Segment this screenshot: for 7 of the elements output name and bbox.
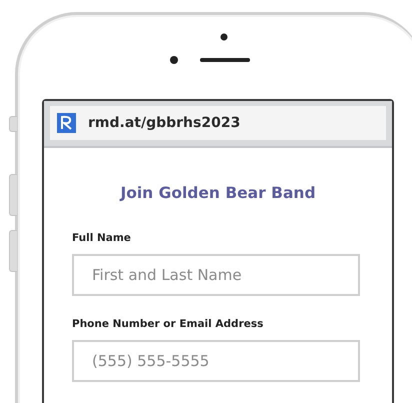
input-field[interactable]: First and Last Name <box>72 254 360 296</box>
field-label: Full Name <box>72 232 132 244</box>
url-text: rmd.at/gbbrhs2023 <box>88 115 240 131</box>
form-title: Join Golden Bear Band <box>120 184 316 202</box>
input-field[interactable]: (555) 555-5555 <box>72 340 360 382</box>
field-label: Phone Number or Email Address <box>72 318 264 330</box>
r-logo-icon <box>57 113 76 133</box>
